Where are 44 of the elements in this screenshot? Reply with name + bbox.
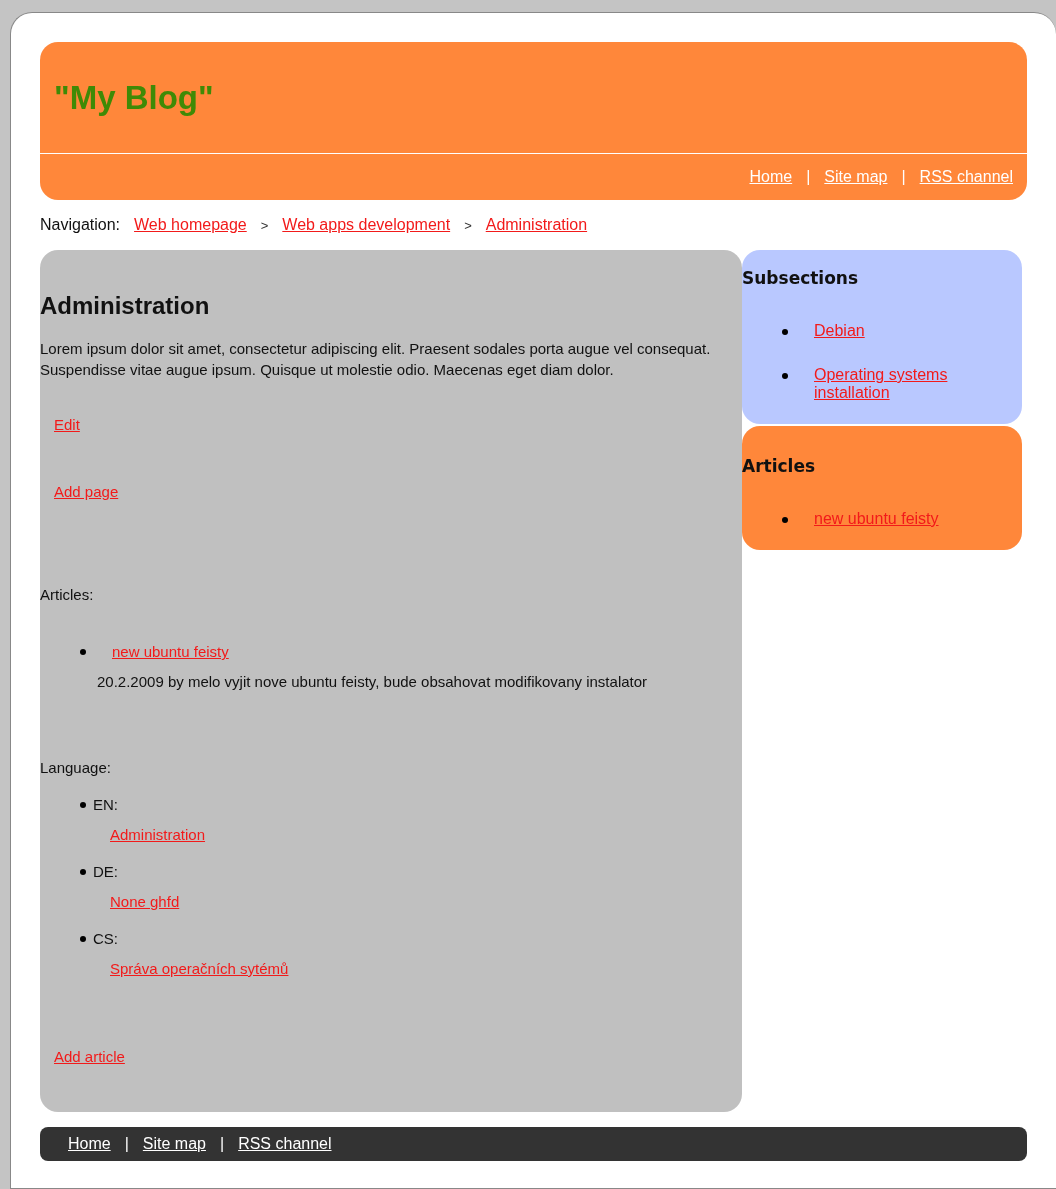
bullet-icon: [782, 329, 788, 335]
nav-link[interactable]: Site map: [824, 168, 888, 186]
nav-link[interactable]: Web apps development: [282, 216, 451, 234]
article-summary: 20.2.2009 by melo vyjit nove ubuntu feisty, bude obsahovat modifikovany instalator: [97, 673, 649, 690]
bullet-icon: [80, 801, 86, 808]
bullet-icon: [782, 373, 788, 379]
nav-link[interactable]: RSS channel: [238, 1135, 332, 1153]
separator: >: [260, 217, 269, 233]
language-code: EN:: [93, 796, 118, 813]
language-code: DE:: [93, 863, 118, 880]
language-code: CS:: [93, 930, 118, 947]
add-article-link[interactable]: Add article: [54, 1048, 125, 1065]
separator: |: [124, 1135, 129, 1153]
nav-link[interactable]: RSS channel: [919, 168, 1013, 186]
language-link[interactable]: None ghfd: [110, 893, 180, 910]
action-link[interactable]: Add page: [54, 483, 119, 500]
bullet-icon: [782, 517, 788, 523]
sidebar-link[interactable]: Debian: [814, 322, 865, 340]
nav-link[interactable]: Home: [749, 168, 793, 186]
separator: |: [901, 168, 906, 186]
separator: >: [464, 217, 472, 233]
separator: |: [806, 168, 811, 186]
nav-link[interactable]: Administration: [485, 216, 588, 234]
nav-link[interactable]: Site map: [142, 1135, 206, 1153]
sidebar-heading: Articles: [742, 456, 817, 476]
nav-link[interactable]: Home: [68, 1135, 111, 1153]
page-heading: Administration: [40, 292, 211, 320]
language-link[interactable]: Administration: [110, 826, 206, 843]
bullet-icon: [80, 868, 86, 875]
action-link[interactable]: Edit: [54, 416, 80, 433]
sidebar-heading: Subsections: [742, 268, 860, 288]
articles-label: Articles:: [40, 586, 95, 603]
language-label: Language:: [40, 759, 112, 776]
sidebar-link[interactable]: new ubuntu feisty: [814, 510, 939, 528]
separator: |: [220, 1135, 225, 1153]
language-link[interactable]: Správa operačních sytémů: [110, 960, 289, 977]
article-link[interactable]: new ubuntu feisty: [112, 643, 229, 660]
site-title: "My Blog": [54, 78, 214, 117]
nav-link[interactable]: Web homepage: [134, 216, 247, 234]
bullet-icon: [80, 935, 86, 942]
sidebar-link[interactable]: Operating systems installation: [814, 366, 1022, 402]
bullet-icon: [80, 648, 86, 655]
body-text: Lorem ipsum dolor sit amet, consectetur adipiscing elit. Praesent sodales porta augue vel consequat. Suspendisse vitae augue ipsum. Quisque ut molestie odio. Maecenas eget diam dolor.: [40, 339, 712, 380]
breadcrumb-label: Navigation:: [40, 216, 121, 234]
